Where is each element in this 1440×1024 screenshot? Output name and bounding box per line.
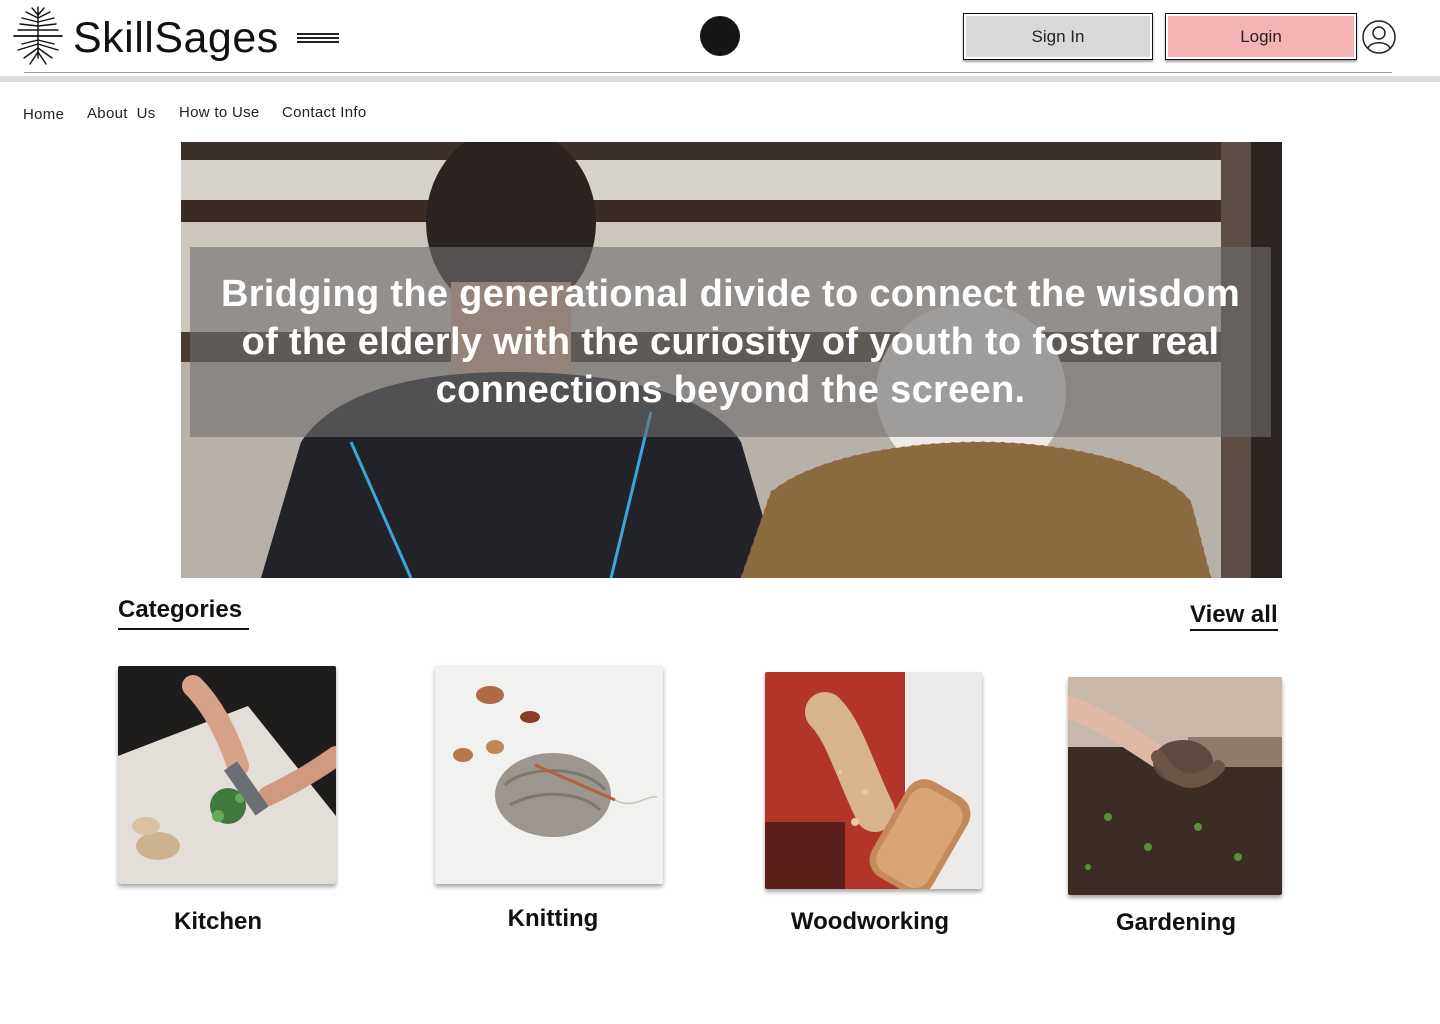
gardening-image (1068, 677, 1282, 895)
sign-in-button[interactable]: Sign In (963, 13, 1153, 60)
header-bar (0, 76, 1440, 82)
nav-item-home[interactable]: Home (23, 106, 64, 123)
category-label-woodworking[interactable]: Woodworking (770, 908, 970, 936)
kitchen-image (118, 666, 336, 884)
category-card-knitting[interactable] (435, 665, 663, 884)
nav-item-contact-info[interactable]: Contact Info (282, 104, 366, 121)
hero-banner: Bridging the generational divide to conn… (181, 142, 1282, 578)
dark-circle-icon (700, 16, 740, 56)
menu-hamburger-icon[interactable] (297, 33, 339, 49)
login-button[interactable]: Login (1165, 13, 1357, 60)
category-label-knitting[interactable]: Knitting (440, 905, 666, 933)
category-label-kitchen[interactable]: Kitchen (118, 908, 318, 936)
header-divider (24, 72, 1392, 73)
hero-tagline: Bridging the generational divide to conn… (220, 273, 1241, 411)
nav-item-how-to-use[interactable]: How to Use (179, 104, 260, 121)
category-label-gardening[interactable]: Gardening (1076, 909, 1276, 937)
categories-underline (118, 628, 249, 630)
category-card-woodworking[interactable] (765, 672, 982, 889)
view-all-link[interactable]: View all (1190, 601, 1278, 629)
tree-logo-icon[interactable] (12, 6, 64, 66)
top-header: SkillSages Sign In Login (0, 0, 1440, 84)
category-card-kitchen[interactable] (118, 666, 336, 884)
brand-name[interactable]: SkillSages (73, 12, 279, 64)
category-card-gardening[interactable] (1068, 677, 1282, 895)
hero-overlay: Bridging the generational divide to conn… (190, 247, 1271, 437)
woodworking-image (765, 672, 982, 889)
knitting-image (435, 665, 663, 884)
user-profile-icon[interactable] (1361, 19, 1397, 55)
nav-item-about-us[interactable]: About Us (87, 105, 156, 122)
view-all-underline (1190, 629, 1278, 631)
categories-heading: Categories (118, 596, 243, 623)
